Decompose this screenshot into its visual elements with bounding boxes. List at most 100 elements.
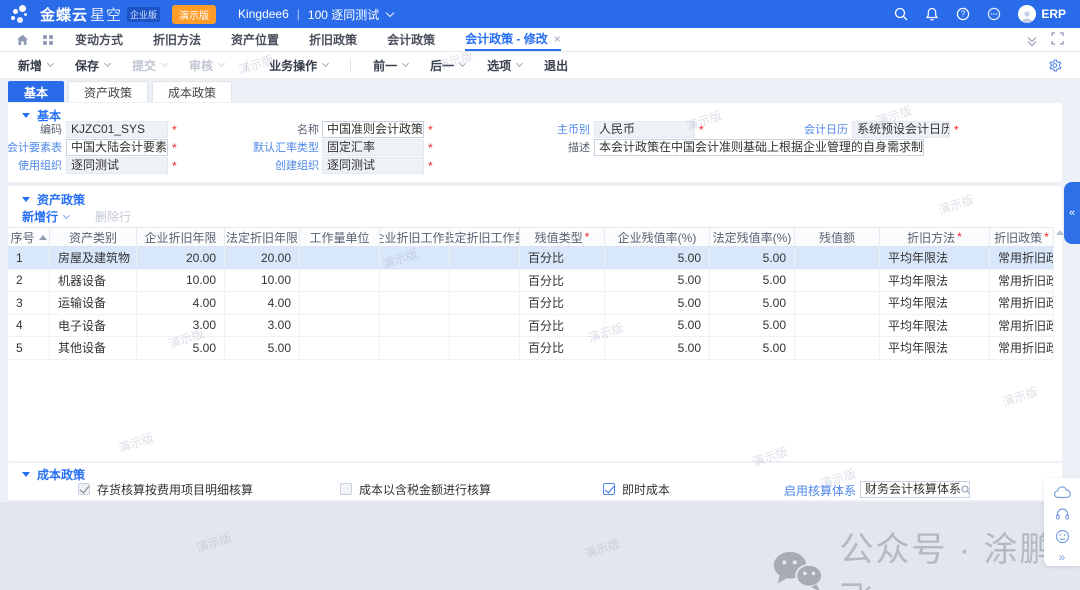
table-header-cell[interactable]: 折旧方法* [880,228,990,246]
table-cell[interactable]: 常用折旧政策 [990,247,1054,269]
table-header-cell[interactable]: 企业折旧工作量 [380,228,450,246]
inventory-detail-checkbox-item[interactable]: 存货核算按费用项目明细核算 [78,482,253,496]
toolbar-button[interactable]: 后一 [430,57,465,74]
table-cell[interactable]: 5.00 [605,247,710,269]
calendar-label[interactable]: 会计日历 [766,122,848,138]
table-cell[interactable]: 其他设备 [50,337,137,359]
user-menu[interactable]: ERP [1018,5,1066,23]
table-cell[interactable] [795,270,880,292]
accounting-system-label[interactable]: 启用核算体系 [778,483,856,499]
window-tab[interactable]: 折旧政策 [309,28,357,51]
table-cell[interactable] [450,337,520,359]
table-cell[interactable] [380,337,450,359]
table-cell[interactable] [450,292,520,314]
fullscreen-icon[interactable] [1051,32,1064,48]
table-cell[interactable]: 常用折旧政策 [990,270,1054,292]
notification-bell-icon[interactable] [925,7,939,21]
table-cell[interactable]: 2 [8,270,50,292]
table-header-cell[interactable]: 法定折旧工作量 [450,228,520,246]
window-tab[interactable]: 会计政策 [387,28,435,51]
add-row-button[interactable]: 新增行 [22,208,69,225]
table-cell[interactable]: 1 [8,247,50,269]
table-cell[interactable]: 5 [8,337,50,359]
assistant-icon[interactable] [987,7,1001,21]
table-cell[interactable]: 3 [8,292,50,314]
cloud-icon[interactable] [1054,486,1071,499]
settings-gear-icon[interactable] [1047,58,1062,73]
table-cell[interactable] [450,315,520,337]
table-cell[interactable] [380,247,450,269]
table-cell[interactable] [450,247,520,269]
table-cell[interactable] [300,315,380,337]
table-cell[interactable]: 平均年限法 [880,315,990,337]
table-header-cell[interactable]: 企业折旧年限 [137,228,225,246]
table-cell[interactable]: 5.00 [605,315,710,337]
scroll-up-icon[interactable] [1056,230,1064,235]
table-row[interactable]: 4电子设备3.003.00百分比5.005.00平均年限法常用折旧政策 [8,315,1054,338]
table-row[interactable]: 1房屋及建筑物20.0020.00百分比5.005.00平均年限法常用折旧政策 [8,247,1054,270]
window-tab[interactable]: 变动方式 [75,28,123,51]
search-icon[interactable] [894,7,908,21]
create-org-label[interactable]: 创建组织 [248,158,319,174]
description-field[interactable]: 本会计政策在中国会计准则基础上根据企业管理的自身需求制定CN [594,139,924,156]
table-cell[interactable]: 5.00 [605,337,710,359]
name-field[interactable]: 中国准则会计政策CN [322,121,424,138]
checkbox-checked-icon[interactable] [78,483,90,495]
window-tab[interactable]: 资产位置 [231,28,279,51]
window-tab-active[interactable]: 会计政策 - 修改× [465,28,561,51]
table-cell[interactable]: 5.00 [710,337,795,359]
table-row[interactable]: 3运输设备4.004.00百分比5.005.00平均年限法常用折旧政策 [8,292,1054,315]
table-cell[interactable]: 百分比 [520,270,605,292]
table-cell[interactable]: 百分比 [520,315,605,337]
table-cell[interactable] [450,270,520,292]
toolbar-button[interactable]: 新增 [18,57,53,74]
table-cell[interactable]: 5.00 [710,315,795,337]
home-icon[interactable] [16,34,29,46]
table-cell[interactable]: 4.00 [225,292,300,314]
table-cell[interactable] [795,315,880,337]
table-cell[interactable]: 百分比 [520,247,605,269]
table-cell[interactable]: 10.00 [137,270,225,292]
account-switcher[interactable]: Kingdee6 | 100 逐同测试 [238,6,393,23]
table-header-cell[interactable]: 法定残值率(%) [710,228,795,246]
table-cell[interactable]: 20.00 [225,247,300,269]
table-cell[interactable]: 常用折旧政策 [990,337,1054,359]
form-subtab[interactable]: 基本 [8,81,64,102]
delete-row-button[interactable]: 删除行 [95,208,131,225]
table-cell[interactable]: 5.00 [710,247,795,269]
close-tab-icon[interactable]: × [554,32,561,46]
support-headset-icon[interactable] [1055,507,1070,522]
table-cell[interactable] [300,270,380,292]
table-cell[interactable]: 3.00 [225,315,300,337]
toolbar-button[interactable]: 业务操作 [269,57,328,74]
table-cell[interactable]: 5.00 [605,292,710,314]
table-cell[interactable]: 电子设备 [50,315,137,337]
table-cell[interactable]: 平均年限法 [880,270,990,292]
magnifier-icon[interactable] [961,485,970,495]
toolbar-button[interactable]: 保存 [75,57,110,74]
table-header-cell[interactable]: 法定折旧年限 [225,228,300,246]
checkbox-checked-icon[interactable] [603,483,615,495]
table-cell[interactable] [795,292,880,314]
table-header-cell[interactable]: 折旧政策* [990,228,1054,246]
toolbar-button[interactable]: 选项 [487,57,522,74]
table-cell[interactable]: 20.00 [137,247,225,269]
table-cell[interactable]: 平均年限法 [880,337,990,359]
table-cell[interactable]: 10.00 [225,270,300,292]
table-cell[interactable] [380,292,450,314]
element-table-lookup[interactable]: 中国大陆会计要素表 [66,139,168,156]
table-cell[interactable]: 3.00 [137,315,225,337]
table-header-cell[interactable]: 残值类型* [520,228,605,246]
form-subtab[interactable]: 成本政策 [152,81,232,102]
toolbar-button[interactable]: 前一 [373,57,408,74]
realtime-cost-checkbox-item[interactable]: 即时成本 [603,482,670,496]
table-cell[interactable]: 常用折旧政策 [990,292,1054,314]
currency-label[interactable]: 主币别 [508,122,590,138]
table-cell[interactable] [300,337,380,359]
collapse-side-panel-handle[interactable]: « [1064,182,1080,244]
apps-grid-icon[interactable] [43,35,53,45]
table-header-cell[interactable]: 资产类别 [50,228,137,246]
element-table-label[interactable]: 会计要素表 [6,140,62,156]
table-cell[interactable]: 平均年限法 [880,292,990,314]
table-cell[interactable]: 百分比 [520,292,605,314]
